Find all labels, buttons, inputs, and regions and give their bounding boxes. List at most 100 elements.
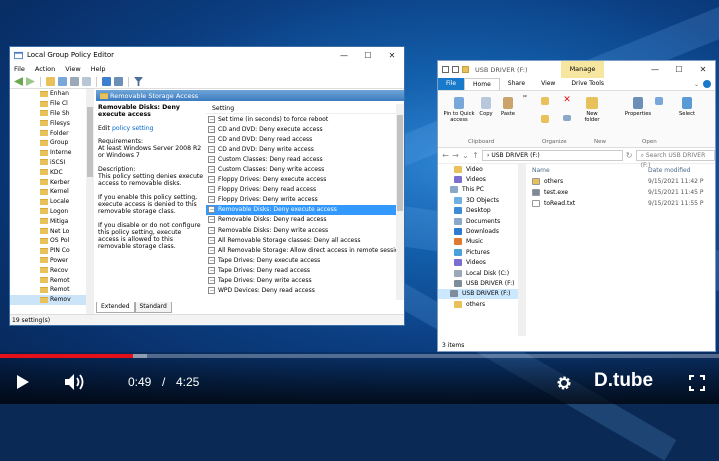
menu-view[interactable]: View [65,65,80,73]
maximize-button[interactable]: ☐ [356,47,380,63]
tab-manage[interactable]: Manage [561,61,604,78]
play-icon[interactable] [16,374,30,390]
expand-chevron-icon[interactable]: › [10,228,42,234]
column-date-modified[interactable]: Date modified [648,167,691,174]
policy-setting-row[interactable]: Tape Drives: Deny write access [206,276,404,286]
nav-item[interactable]: others [438,299,518,309]
settings-gear-icon[interactable] [556,375,572,391]
expand-chevron-icon[interactable]: › [10,257,42,263]
policy-setting-row[interactable]: Set time (in seconds) to force reboot [206,114,404,124]
tree-item[interactable]: › Power [10,256,93,266]
file-row[interactable]: test.exe 9/15/2021 11:45 P [528,187,716,198]
nav-item[interactable]: This PC [438,185,518,195]
pin-quick-access-button[interactable]: Pin to Quick access [442,97,476,123]
tab-view[interactable]: View [533,78,563,90]
tree-item[interactable]: Recov [10,265,93,275]
nav-item[interactable]: Videos [438,174,518,184]
policy-setting-row[interactable]: All Removable Storage classes: Deny all … [206,235,404,245]
nav-item[interactable]: Videos [438,258,518,268]
policy-setting-row[interactable]: CD and DVD: Deny execute access [206,124,404,134]
tree-item[interactable]: › Enhan [10,89,93,99]
policy-setting-row[interactable]: Tape Drives: Deny read access [206,265,404,275]
nav-item[interactable]: Downloads [438,226,518,236]
navigation-scrollbar[interactable] [518,164,526,336]
properties-button[interactable]: Properties [624,97,652,117]
forward-icon[interactable] [26,77,35,86]
policy-setting-row[interactable]: Floppy Drives: Deny write access [206,195,404,205]
settings-column-header[interactable]: Setting [206,104,404,114]
policy-setting-row[interactable]: Custom Classes: Deny write access [206,164,404,174]
tree-item[interactable]: › Interne [10,148,93,158]
policy-setting-row[interactable]: CD and DVD: Deny write access [206,144,404,154]
nav-item[interactable]: Documents [438,216,518,226]
edit-policy-link[interactable]: policy setting [112,125,154,132]
policy-setting-row[interactable]: CD and DVD: Deny read access [206,134,404,144]
move-to-icon[interactable] [538,97,552,107]
seek-bar[interactable] [0,354,719,358]
tree-item[interactable]: › Remot [10,285,93,295]
expand-chevron-icon[interactable]: › [10,91,42,97]
help-icon[interactable] [703,80,711,88]
properties-icon[interactable] [114,77,123,86]
tree-item[interactable]: File Sh [10,109,93,119]
settings-scrollbar-thumb[interactable] [397,115,403,211]
nav-item[interactable]: 3D Objects [438,195,518,205]
new-folder-button[interactable]: New folder [580,97,604,123]
policy-setting-row[interactable]: Removable Disks: Deny write access [206,225,404,235]
tree-item[interactable]: Remot [10,275,93,285]
file-row[interactable]: toRead.txt 9/15/2021 11:55 P [528,198,716,209]
tree-scrollbar-thumb[interactable] [87,107,93,177]
show-hide-tree-icon[interactable] [58,77,67,86]
address-bar[interactable]: › USB DRIVER (F:) [482,150,623,161]
tree-item[interactable]: File Cl [10,99,93,109]
forward-arrow-icon[interactable]: → [452,151,459,160]
tree-item[interactable]: OS Pol [10,236,93,246]
delete-icon[interactable]: ✕ [560,96,574,105]
tree-item[interactable]: iSCSI [10,158,93,168]
nav-item[interactable]: Pictures [438,247,518,257]
paste-button[interactable]: Paste [498,97,518,117]
close-button[interactable]: ✕ [691,62,715,78]
menu-action[interactable]: Action [35,65,55,73]
tree-item[interactable]: Folder [10,128,93,138]
policy-setting-row[interactable]: Removable Disks: Deny read access [206,215,404,225]
tree-item[interactable]: Locale [10,197,93,207]
tree-item[interactable]: › Net Lo [10,226,93,236]
close-button[interactable]: ✕ [380,47,404,63]
tree-item[interactable]: KDC [10,167,93,177]
export-list-icon[interactable] [82,77,91,86]
tree-item[interactable]: Mitiga [10,216,93,226]
expand-chevron-icon[interactable]: › [10,120,42,126]
nav-item[interactable]: Local Disk (C:) [438,268,518,278]
nav-item[interactable]: USB DRIVER (F:) [438,278,518,288]
cut-icon[interactable]: ✂ [520,94,530,100]
rename-icon[interactable] [560,115,574,123]
fullscreen-icon[interactable] [689,375,705,391]
copy-button[interactable]: Copy [476,97,496,117]
nav-item[interactable]: Desktop [438,206,518,216]
tab-standard[interactable]: Standard [134,302,172,313]
menu-file[interactable]: File [14,65,25,73]
tab-share[interactable]: Share [500,78,533,90]
column-name[interactable]: Name [528,167,648,174]
help-icon[interactable] [102,77,111,86]
policy-setting-row[interactable]: All Removable Storage: Allow direct acce… [206,245,404,255]
tree-item[interactable]: › Filesys [10,118,93,128]
policy-setting-row[interactable]: Custom Classes: Deny read access [206,154,404,164]
expand-chevron-icon[interactable]: › [10,150,42,156]
minimize-button[interactable]: — [643,62,667,78]
search-input[interactable]: ⌕ Search USB DRIVER (F:) [635,150,716,169]
policy-setting-row[interactable]: WPD Devices: Deny read access [206,286,404,296]
minimize-button[interactable]: — [332,47,356,63]
ribbon-expand-icon[interactable]: ⌄ [694,81,699,88]
open-icon[interactable] [654,97,664,107]
nav-item[interactable]: USB DRIVER (F:) [438,288,518,300]
maximize-button[interactable]: ☐ [667,62,691,78]
properties-quick-icon[interactable] [452,66,459,73]
tab-file[interactable]: File [438,78,465,90]
tab-drive-tools[interactable]: Drive Tools [563,78,612,90]
refresh-icon[interactable]: ↻ [626,151,633,160]
up-folder-icon[interactable] [46,77,55,86]
tab-extended[interactable]: Extended [96,302,135,313]
volume-icon[interactable] [64,373,86,391]
